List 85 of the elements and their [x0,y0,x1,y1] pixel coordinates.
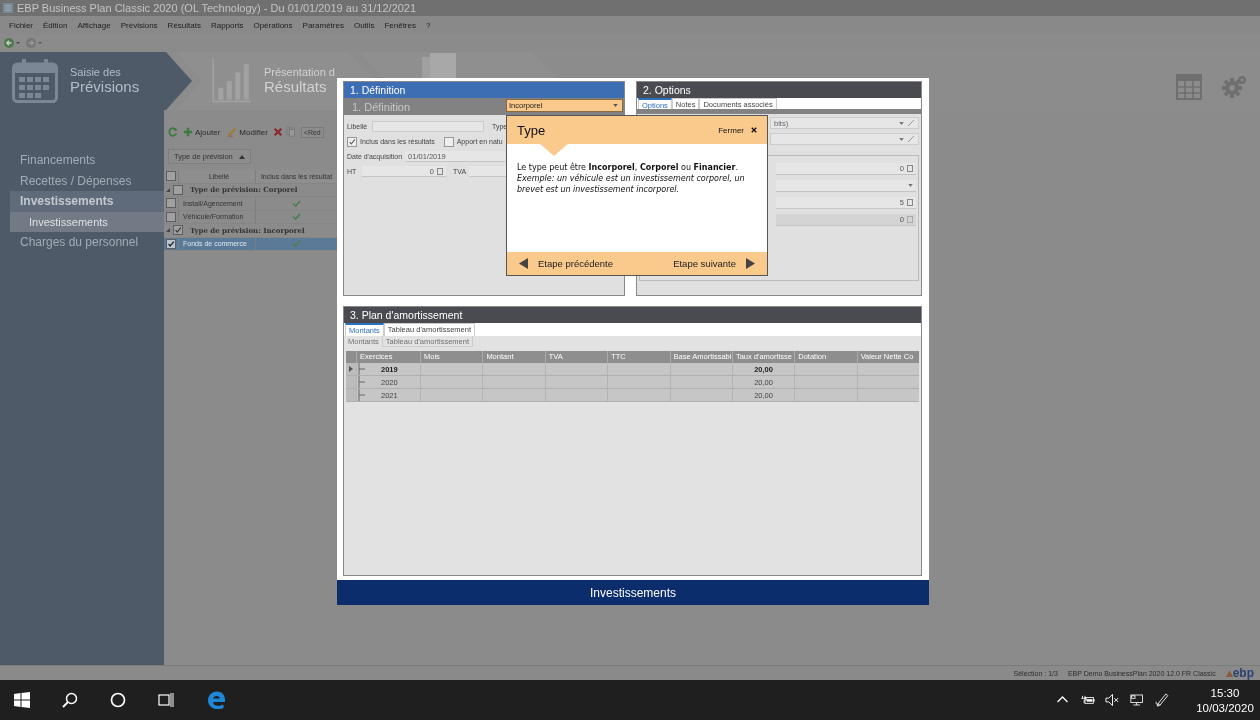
checkbox[interactable] [347,136,357,147]
menu-item[interactable]: Fichier [4,20,38,30]
menu-item[interactable]: Édition [38,20,73,30]
menu-item[interactable]: Paramètres [297,20,349,30]
plus-icon [183,127,193,137]
input-field[interactable] [372,121,484,132]
checkbox[interactable] [173,225,183,236]
circle-icon[interactable] [110,692,126,708]
tooltip-text: Le type peut être Incorporel, Corporel ou Financier. [517,162,739,173]
left-triangle-icon [519,258,528,269]
panel-header: 3. Plan d'amortissement [344,307,921,323]
expand-icon[interactable] [166,187,170,192]
step-tab[interactable]: Saisie des Prévisions [0,52,192,110]
close-button[interactable]: Fermer [718,125,757,135]
refresh-icon[interactable] [168,127,178,137]
delete-icon[interactable] [272,127,283,137]
checkbox[interactable] [173,184,183,195]
checkbox[interactable] [166,211,176,222]
tooltip-title: Type [517,122,546,138]
tree-line-icon [357,376,367,388]
menu-item[interactable]: Prévisions [115,20,163,30]
add-button[interactable]: Ajouter [181,127,223,137]
clock-time[interactable]: 15:30 [1210,686,1240,699]
current-row-icon [349,366,353,372]
task-view-icon[interactable] [158,692,174,708]
menu-item[interactable]: Résultats [162,20,206,30]
pencil-icon [227,127,238,137]
menu-item[interactable]: Outils [348,20,380,30]
row-header-cell[interactable] [346,363,356,375]
row-header-cell[interactable] [346,376,356,388]
caret-down-icon [908,184,913,187]
caret-down-icon [899,121,904,125]
dialog-footer: Investissements [337,580,929,605]
sidebar-item[interactable]: Investissements [10,191,164,212]
expand-icon[interactable] [166,228,170,233]
pen-icon[interactable] [1155,693,1170,707]
menu-item[interactable]: Opérations [248,20,298,30]
row-header-cell[interactable] [346,389,356,401]
close-icon [751,127,757,133]
browser-icon[interactable] [206,690,226,710]
menu-item[interactable]: Fenêtres [379,20,421,30]
calculator-icon[interactable] [437,167,443,175]
window-title: EBP Business Plan Classic 2020 (OL Technology) - Du 01/01/2019 au 31/12/2021 [17,2,417,14]
tree-line-icon [357,363,367,375]
menu-item[interactable]: Rapports [205,20,249,30]
network-icon[interactable] [1130,693,1145,707]
sidebar-subitem[interactable]: Investissements [10,211,164,232]
clock-date[interactable]: 10/03/2020 [1196,701,1254,714]
windows-icon[interactable] [14,692,30,708]
panel-header: 2. Options [637,82,921,98]
calendar-icon [12,59,58,103]
table-icon[interactable] [1176,74,1202,100]
caret-up-icon [238,154,245,159]
right-triangle-icon [746,258,755,269]
app-icon [3,3,13,13]
calculator-icon[interactable] [907,165,913,172]
checkbox[interactable] [443,136,454,147]
check-icon [348,137,356,146]
menu-item[interactable]: ? [420,20,436,30]
search-icon[interactable] [62,692,78,708]
select-all-checkbox[interactable] [166,171,176,182]
edit-button[interactable]: Modifier [225,127,270,137]
forward-icon[interactable] [25,37,45,49]
sidebar-item[interactable]: Charges du personnel [10,231,164,252]
tree-line-icon [357,389,367,401]
settings-icon[interactable] [1222,74,1248,100]
battery-icon[interactable] [1080,693,1095,707]
copy-icon[interactable] [285,127,296,137]
calculator-icon[interactable] [907,216,913,223]
menu-item[interactable]: Affichage [72,20,116,30]
next-step-button[interactable]: Etape suivante [673,258,755,269]
back-icon[interactable] [3,37,23,49]
caret-down-icon [899,137,904,141]
sidebar-item[interactable]: Recettes / Dépenses [10,170,164,191]
checkbox[interactable] [166,238,176,249]
calculator-icon[interactable] [907,199,913,206]
checkbox[interactable] [166,198,176,209]
caret-down-icon [613,104,618,107]
logo-mark-icon [1225,669,1233,677]
sidebar-item[interactable]: Financements [10,150,164,171]
panel-header: 1. Définition [344,82,624,98]
example-text: Exemple: un véhicule est un investissement corporel, un brevet est un investissement incorporel. [517,173,746,195]
muted-speaker-icon[interactable] [1105,693,1120,707]
logo: ebp [1232,666,1254,680]
previous-step-button[interactable]: Etape précédente [519,258,613,269]
